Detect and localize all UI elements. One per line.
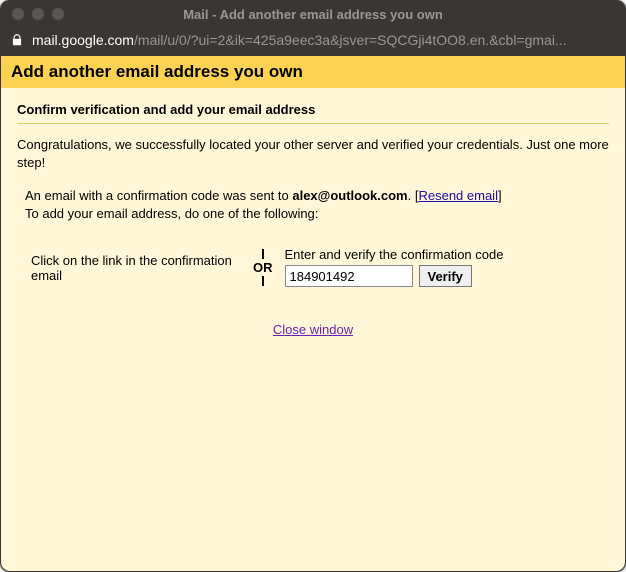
url-host: mail.google.com xyxy=(32,32,134,48)
option-enter-code: Enter and verify the confirmation code V… xyxy=(285,247,610,287)
instruction-block: An email with a confirmation code was se… xyxy=(17,187,609,223)
close-window-link[interactable]: Close window xyxy=(273,322,353,337)
confirmation-code-input[interactable] xyxy=(285,265,413,287)
or-separator: OR xyxy=(251,247,275,288)
verify-button[interactable]: Verify xyxy=(419,265,472,287)
separator-bar-bottom xyxy=(262,276,264,286)
url-path: /mail/u/0/?ui=2&ik=425a9eec3a&jsver=SQCG… xyxy=(134,32,567,48)
page-heading: Add another email address you own xyxy=(1,56,625,88)
separator-bar-top xyxy=(262,249,264,259)
confirmation-line: An email with a confirmation code was se… xyxy=(25,187,609,205)
titlebar: Mail - Add another email address you own xyxy=(0,0,626,28)
maximize-window-button[interactable] xyxy=(52,8,64,20)
close-row: Close window xyxy=(17,322,609,337)
page-body: Confirm verification and add your email … xyxy=(1,88,625,353)
traffic-lights xyxy=(0,8,64,20)
url-text: mail.google.com/mail/u/0/?ui=2&ik=425a9e… xyxy=(32,32,567,48)
enter-code-label: Enter and verify the confirmation code xyxy=(285,247,610,262)
or-label: OR xyxy=(253,261,273,274)
window-title: Mail - Add another email address you own xyxy=(0,7,626,22)
confirmation-email: alex@outlook.com xyxy=(292,188,407,203)
page-content: Add another email address you own Confir… xyxy=(0,56,626,572)
option-click-link: Click on the link in the confirmation em… xyxy=(31,247,241,283)
congrats-text: Congratulations, we successfully located… xyxy=(17,136,609,171)
resend-email-link[interactable]: Resend email xyxy=(418,188,498,203)
page-subheading: Confirm verification and add your email … xyxy=(17,96,609,124)
browser-window: Mail - Add another email address you own… xyxy=(0,0,626,572)
lock-icon xyxy=(10,33,24,47)
confirmation-suffix2: ] xyxy=(498,188,502,203)
confirmation-prefix: An email with a confirmation code was se… xyxy=(25,188,292,203)
code-row: Verify xyxy=(285,265,610,287)
instruction-line2: To add your email address, do one of the… xyxy=(25,205,609,223)
confirmation-suffix1: . [ xyxy=(408,188,419,203)
options-row: Click on the link in the confirmation em… xyxy=(17,247,609,288)
url-bar: mail.google.com/mail/u/0/?ui=2&ik=425a9e… xyxy=(0,28,626,56)
minimize-window-button[interactable] xyxy=(32,8,44,20)
close-window-button[interactable] xyxy=(12,8,24,20)
